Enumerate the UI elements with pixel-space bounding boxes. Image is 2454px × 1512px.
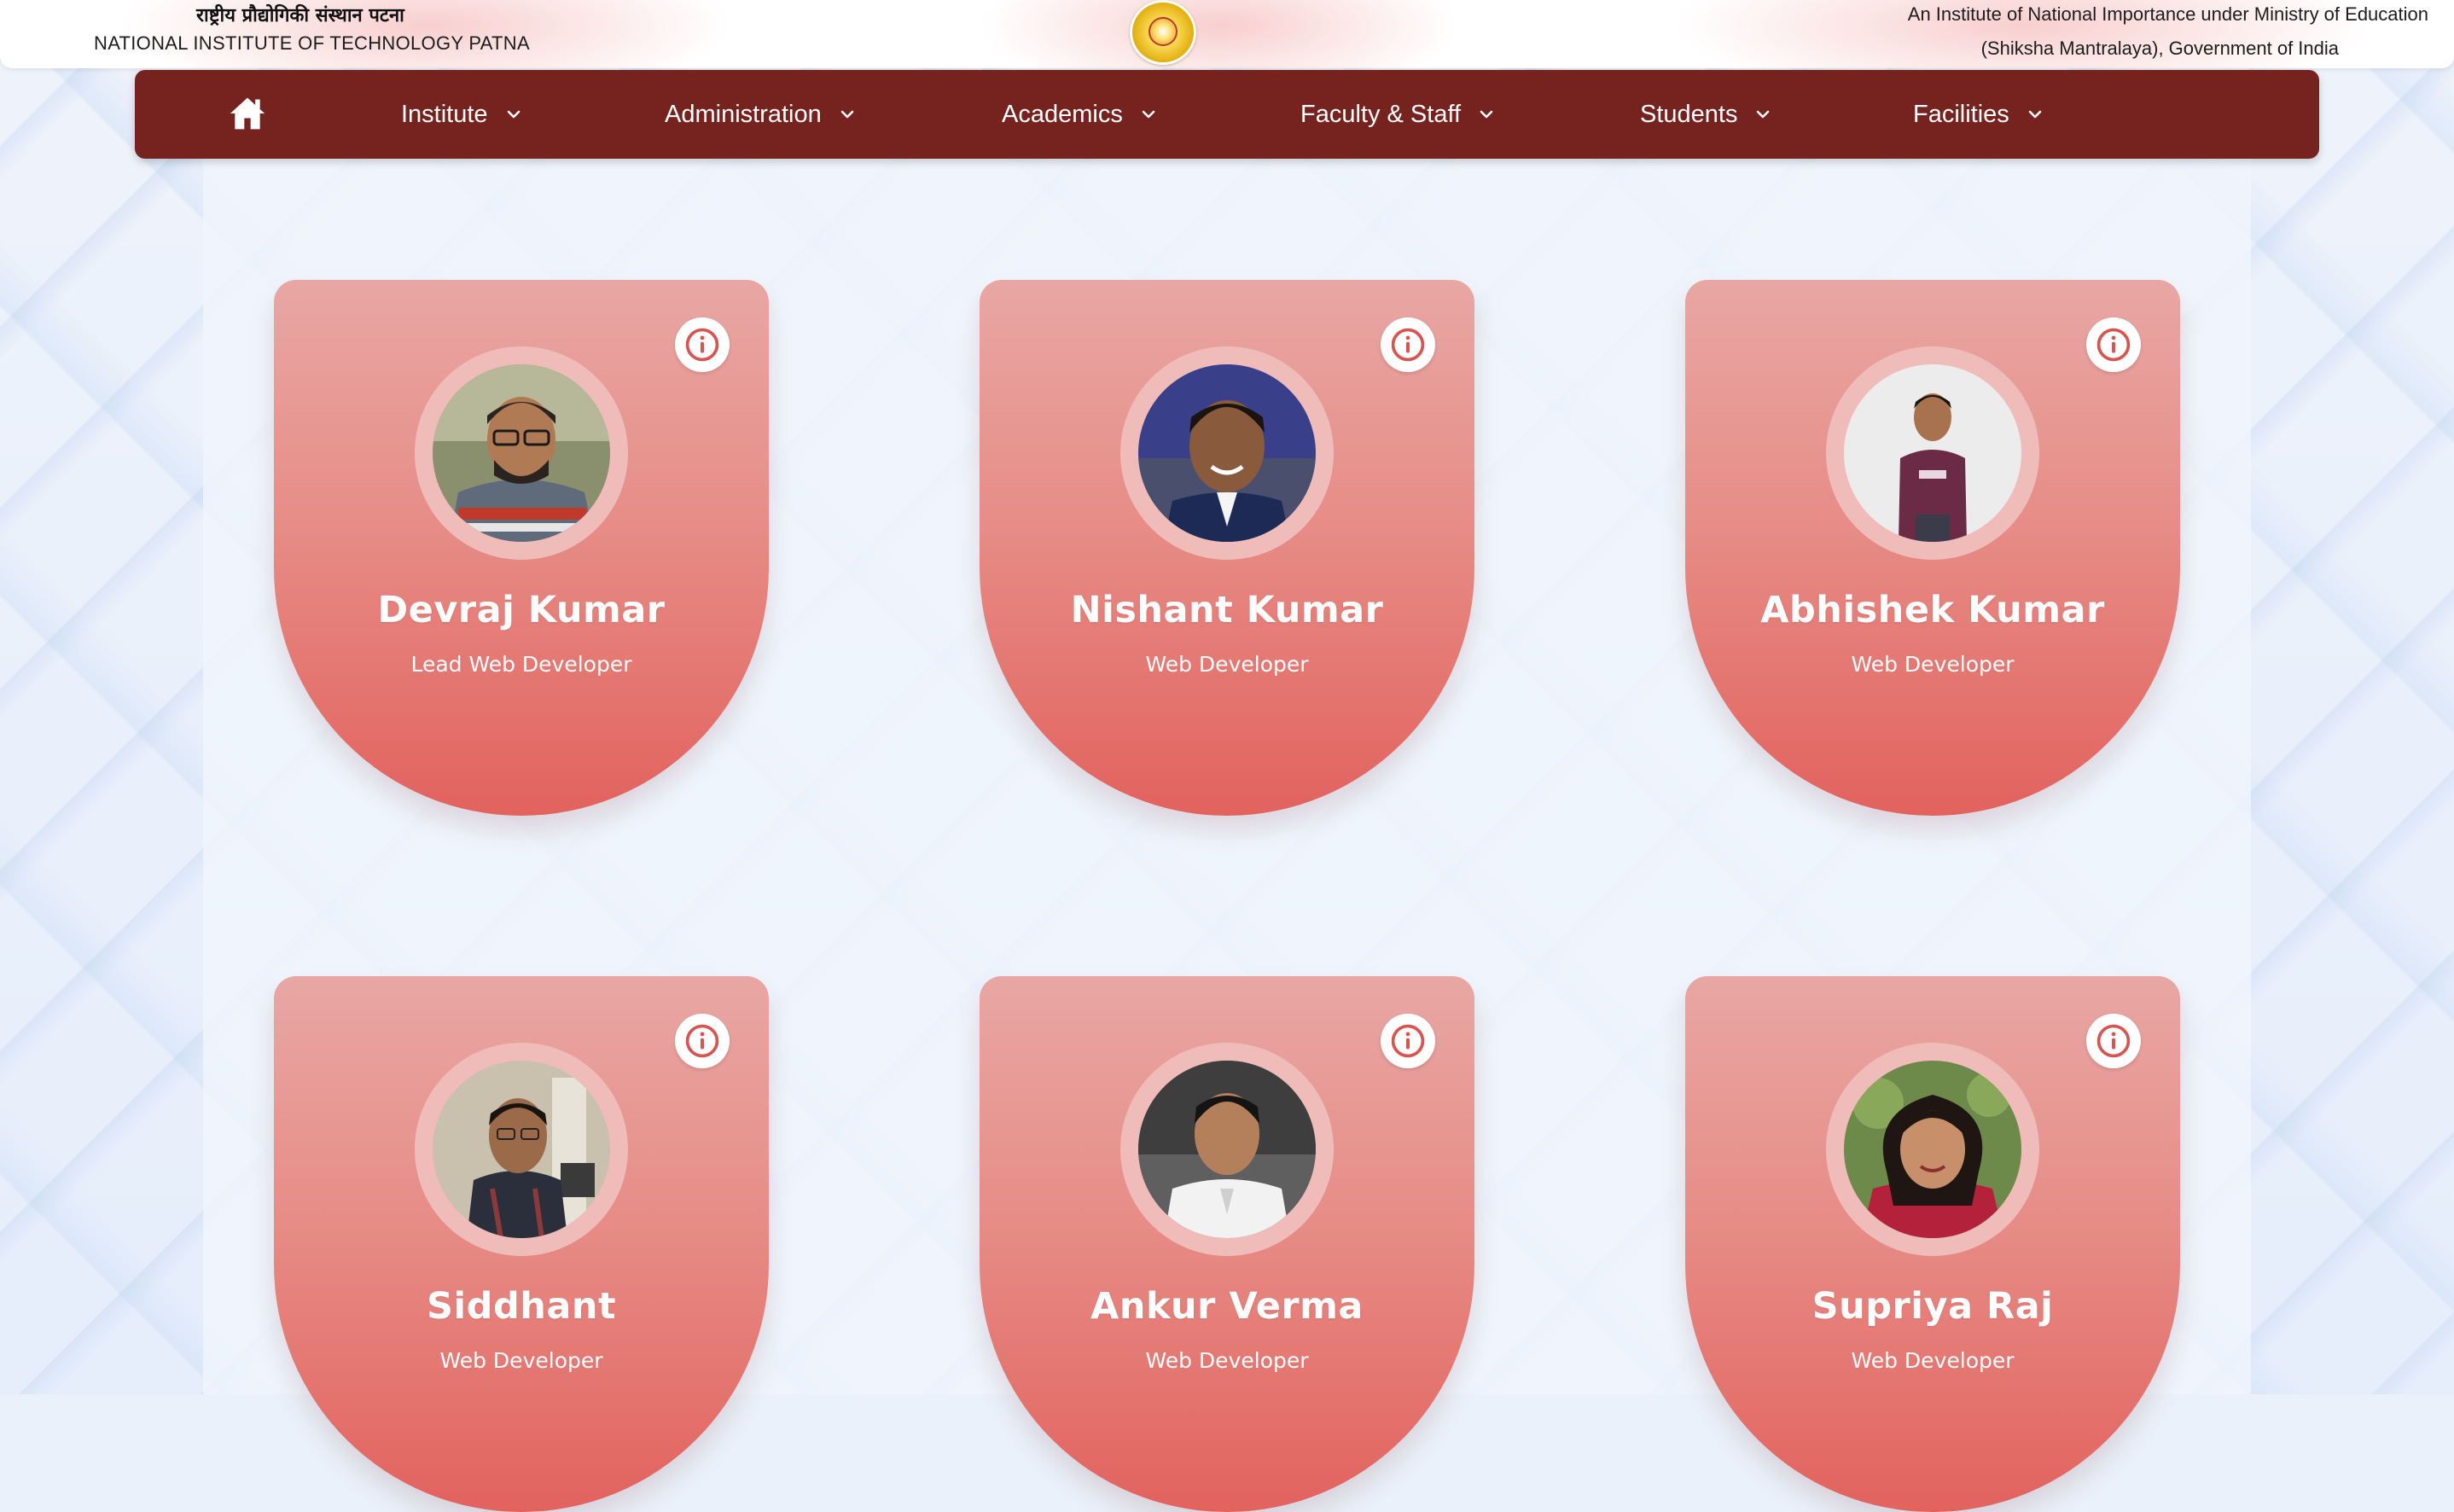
nav-item-label: Institute (401, 100, 488, 128)
nit-patna-logo-icon[interactable] (1130, 0, 1196, 65)
info-icon[interactable] (1381, 317, 1435, 372)
avatar-frame (1826, 346, 2039, 560)
member-name: Supriya Raj (1811, 1285, 2054, 1328)
info-icon[interactable] (675, 1014, 730, 1068)
person-photo-icon (433, 364, 610, 542)
info-icon[interactable] (675, 317, 730, 372)
person-photo-icon (1138, 1061, 1316, 1238)
nav-item-label: Faculty & Staff (1300, 100, 1462, 128)
member-role: Web Developer (1145, 652, 1309, 677)
info-icon[interactable] (2086, 317, 2141, 372)
person-photo-icon (1138, 364, 1316, 542)
team-member-card: Abhishek Kumar Web Developer (1685, 280, 2180, 816)
person-photo-icon (1844, 1061, 2021, 1238)
avatar-frame (415, 346, 628, 560)
nav-item-academics[interactable]: Academics (1002, 96, 1159, 133)
site-header: राष्ट्रीय प्रौद्योगिकी संस्थान पटना NATI… (0, 0, 2454, 68)
nav-item-students[interactable]: Students (1640, 96, 1773, 133)
member-role: Web Developer (1145, 1348, 1309, 1373)
member-role: Web Developer (1851, 652, 2015, 677)
member-name: Siddhant (426, 1285, 617, 1328)
avatar-frame (1120, 1043, 1334, 1256)
nav-item-label: Administration (665, 100, 822, 128)
chevron-down-icon (840, 110, 854, 119)
info-icon[interactable] (2086, 1014, 2141, 1068)
nav-item-facilities[interactable]: Facilities (1913, 96, 2045, 133)
member-name: Devraj Kumar (377, 589, 666, 631)
avatar-frame (1826, 1043, 2039, 1256)
nav-item-faculty-staff[interactable]: Faculty & Staff (1300, 96, 1497, 133)
nav-item-label: Academics (1002, 100, 1123, 128)
team-member-card: Devraj Kumar Lead Web Developer (274, 280, 769, 816)
avatar-frame (1120, 346, 1334, 560)
main-navigation: Institute Administration Academics Facul… (135, 70, 2319, 159)
member-role: Web Developer (439, 1348, 603, 1373)
chevron-down-icon (1480, 110, 1493, 119)
avatar-frame (415, 1043, 628, 1256)
info-icon[interactable] (1381, 1014, 1435, 1068)
home-icon[interactable] (229, 96, 266, 131)
nav-item-label: Facilities (1913, 100, 2009, 128)
chevron-down-icon (1757, 110, 1770, 119)
header-decoration (981, 0, 1459, 68)
team-member-card: Siddhant Web Developer (274, 976, 769, 1512)
institute-tagline-line2: (Shiksha Mantralaya), Government of Indi… (1980, 38, 2339, 59)
member-name: Nishant Kumar (1070, 589, 1384, 631)
chevron-down-icon (507, 110, 520, 119)
member-role: Lead Web Developer (410, 652, 632, 677)
person-photo-icon (1844, 364, 2021, 542)
institute-tagline-line1: An Institute of National Importance unde… (1907, 3, 2428, 25)
institute-name-hindi: राष्ट्रीय प्रौद्योगिकी संस्थान पटना (196, 4, 404, 26)
nav-item-administration[interactable]: Administration (665, 96, 858, 133)
nav-item-institute[interactable]: Institute (401, 96, 524, 133)
chevron-down-icon (2028, 110, 2042, 119)
team-member-card: Ankur Verma Web Developer (980, 976, 1474, 1512)
member-name: Ankur Verma (1090, 1285, 1364, 1328)
member-name: Abhishek Kumar (1760, 589, 2105, 631)
member-role: Web Developer (1851, 1348, 2015, 1373)
team-member-card: Nishant Kumar Web Developer (980, 280, 1474, 816)
team-member-card: Supriya Raj Web Developer (1685, 976, 2180, 1512)
nav-item-label: Students (1640, 100, 1738, 128)
institute-name-english: NATIONAL INSTITUTE OF TECHNOLOGY PATNA (94, 32, 530, 54)
chevron-down-icon (1142, 110, 1155, 119)
person-photo-icon (433, 1061, 610, 1238)
